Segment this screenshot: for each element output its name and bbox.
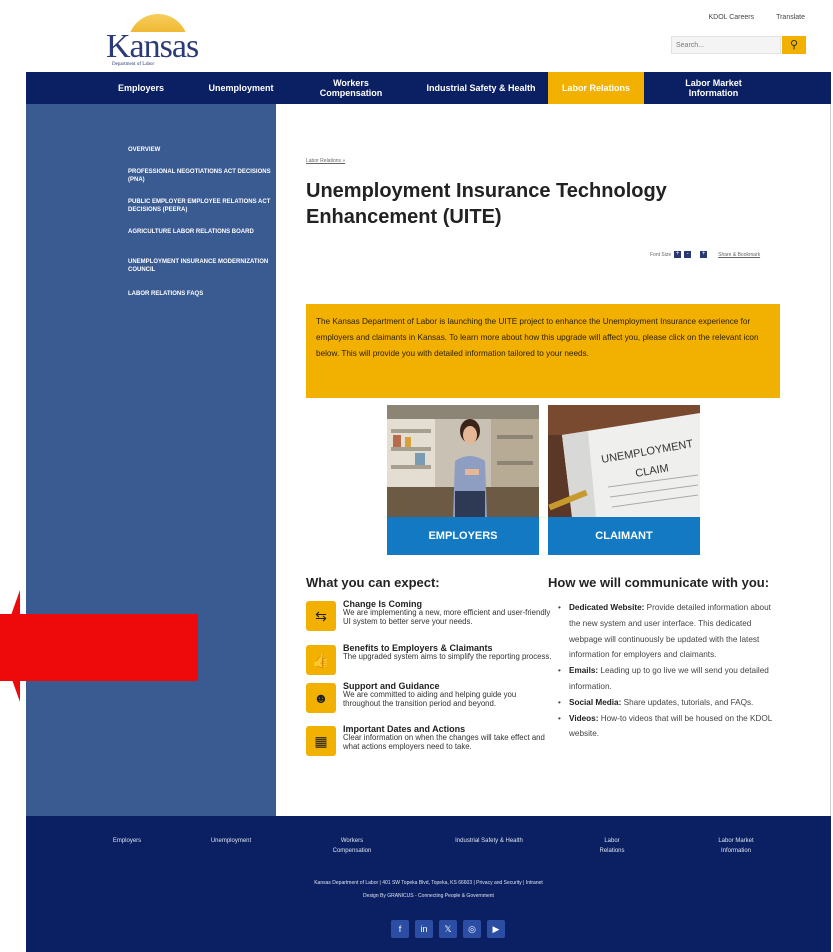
claimant-card[interactable]: UNEMPLOYMENT CLAIM CLAIMANT: [548, 405, 700, 555]
translate-link[interactable]: Translate: [776, 14, 805, 21]
footer-nav-workers-compensation[interactable]: Workers Compensation: [322, 836, 382, 856]
expect-item-change: ⇆ Change Is Coming We are implementing a…: [306, 599, 556, 635]
claimant-photo: UNEMPLOYMENT CLAIM: [548, 405, 700, 517]
nav-workers-compensation[interactable]: Workers Compensation: [311, 72, 391, 104]
expect-item-desc: The upgraded system aims to simplify the…: [343, 652, 552, 661]
font-size-controls: Font Size + - + Share & Bookmark: [650, 251, 760, 258]
calendar-icon: ▦: [306, 726, 336, 756]
sidebar-item-overview[interactable]: Overview: [128, 146, 278, 154]
sidebar-item-faqs[interactable]: Labor Relations FAQs: [128, 290, 278, 298]
claimant-button[interactable]: CLAIMANT: [548, 517, 700, 555]
expect-item-desc: We are implementing a new, more efficien…: [343, 608, 551, 626]
expect-item-desc: We are committed to aiding and helping g…: [343, 690, 517, 708]
sidebar-item-agriculture[interactable]: Agriculture Labor Relations Board: [128, 228, 278, 236]
share-bookmark-link[interactable]: Share & Bookmark: [718, 252, 760, 258]
nav-industrial-safety[interactable]: Industrial Safety & Health: [421, 72, 541, 104]
expect-item-dates: ▦ Important Dates and Actions Clear info…: [306, 724, 556, 760]
nav-unemployment[interactable]: Unemployment: [196, 72, 286, 104]
employers-card[interactable]: EMPLOYERS: [387, 405, 539, 555]
expect-item-benefits: 👍 Benefits to Employers & Claimants The …: [306, 643, 556, 679]
list-item: Videos: How-to videos that will be house…: [557, 711, 782, 743]
x-icon[interactable]: 𝕏: [439, 920, 457, 938]
communicate-heading: How we will communicate with you:: [548, 575, 770, 590]
sidebar-item-peera[interactable]: Public Employer Employee Relations Act D…: [128, 198, 278, 214]
sidebar: Overview Professional Negotiations Act D…: [26, 104, 276, 816]
site-header: Kansas Department of Labor KDOL Careers …: [26, 0, 831, 72]
search-input[interactable]: Search...: [671, 36, 781, 54]
nav-labor-market[interactable]: Labor Market Information: [666, 72, 761, 104]
footer-nav-industrial-safety[interactable]: Industrial Safety & Health: [450, 836, 528, 846]
search-icon: ⚲: [789, 39, 799, 51]
expect-item-support: ☻ Support and Guidance We are committed …: [306, 681, 556, 717]
footer-nav-labor-relations[interactable]: Labor Relations: [592, 836, 632, 856]
font-increase-button[interactable]: +: [674, 251, 682, 258]
thumbs-up-icon: 👍: [306, 645, 336, 675]
footer-nav-employers[interactable]: Employers: [104, 836, 150, 846]
logo-wordmark: Kansas: [106, 28, 199, 65]
share-icon[interactable]: +: [700, 251, 708, 258]
youtube-icon[interactable]: ▶: [487, 920, 505, 938]
expect-item-desc: Clear information on when the changes wi…: [343, 733, 545, 751]
instagram-icon[interactable]: ◎: [463, 920, 481, 938]
employers-button[interactable]: EMPLOYERS: [387, 517, 539, 555]
site-footer: Employers Unemployment Workers Compensat…: [26, 816, 831, 952]
font-size-label: Font Size: [650, 251, 672, 258]
logo-subtitle: Department of Labor: [112, 62, 155, 67]
expect-heading: What you can expect:: [306, 575, 440, 590]
footer-design-credit[interactable]: Design By GRANICUS - Connecting People &…: [26, 893, 831, 899]
kansas-logo[interactable]: Kansas Department of Labor: [106, 14, 199, 67]
footer-nav-unemployment[interactable]: Unemployment: [196, 836, 266, 846]
kdol-careers-link[interactable]: KDOL Careers: [708, 14, 754, 21]
nav-labor-relations[interactable]: Labor Relations: [548, 72, 644, 104]
employers-photo: [387, 405, 539, 517]
sidebar-item-pna[interactable]: Professional Negotiations Act Decisions …: [128, 168, 278, 184]
search-button[interactable]: ⚲: [782, 36, 806, 54]
list-item: Emails: Leading up to go live we will se…: [557, 663, 782, 695]
arrows-icon: ⇆: [306, 601, 336, 631]
page-title: Unemployment Insurance Technology Enhanc…: [306, 180, 667, 228]
list-item: Social Media: Share updates, tutorials, …: [557, 695, 782, 711]
annotation-arrow-body: [0, 614, 198, 681]
footer-address: Kansas Department of Labor | 401 SW Tope…: [314, 880, 543, 886]
top-links: KDOL Careers Translate: [688, 14, 805, 21]
nav-employers[interactable]: Employers: [106, 72, 176, 104]
communicate-list: Dedicated Website: Provide detailed info…: [557, 600, 782, 742]
list-item: Dedicated Website: Provide detailed info…: [557, 600, 782, 663]
breadcrumb[interactable]: Labor Relations »: [306, 158, 345, 164]
sidebar-item-uimc[interactable]: Unemployment Insurance Modernization Cou…: [128, 258, 278, 274]
linkedin-icon[interactable]: in: [415, 920, 433, 938]
main-nav: Employers Unemployment Workers Compensat…: [26, 72, 831, 104]
footer-nav-labor-market[interactable]: Labor Market Information: [706, 836, 766, 856]
support-agent-icon: ☻: [306, 683, 336, 713]
uite-notice: The Kansas Department of Labor is launch…: [306, 304, 780, 398]
annotation-arrow-head: [0, 590, 20, 702]
facebook-icon[interactable]: f: [391, 920, 409, 938]
font-decrease-button[interactable]: -: [684, 251, 692, 258]
